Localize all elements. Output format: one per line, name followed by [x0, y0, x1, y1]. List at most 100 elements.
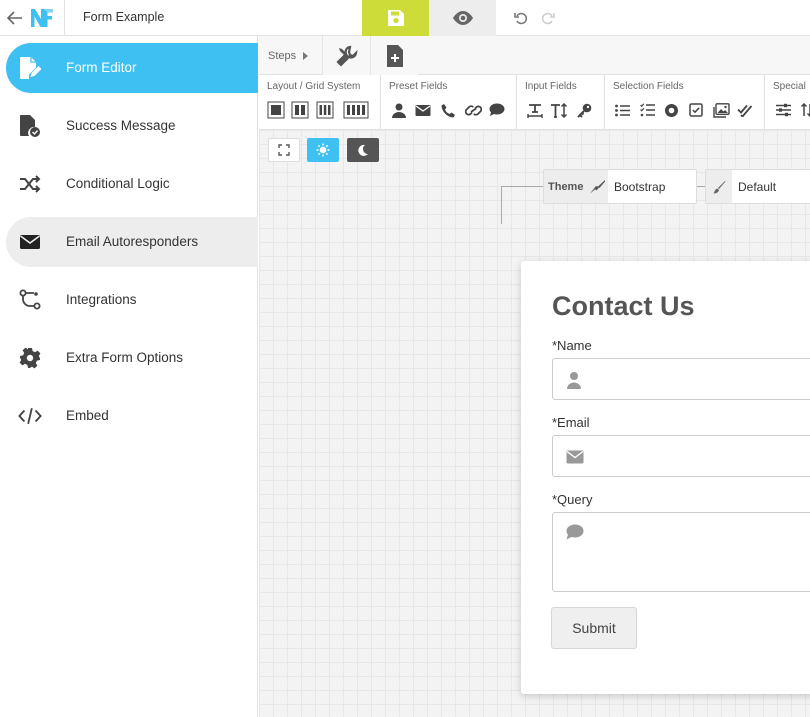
theme-tag-label: Theme: [548, 180, 584, 193]
steps-label: Steps: [268, 50, 297, 62]
sidebar-item-label: Embed: [66, 408, 109, 423]
sidebar-item-label: Email Autoresponders: [66, 234, 199, 249]
theme-style-link: [697, 186, 705, 187]
back-button[interactable]: [4, 7, 26, 29]
top-bar: Form Example: [0, 0, 810, 36]
query-field-label: *Query: [552, 492, 593, 507]
save-icon: [387, 10, 404, 26]
sidebar-item-label: Success Message: [66, 118, 176, 133]
save-button[interactable]: [362, 0, 429, 36]
expand-canvas-button[interactable]: [268, 138, 300, 162]
toolbar-group-layout: Layout / Grid System: [259, 75, 381, 129]
group-title: Selection Fields: [613, 81, 684, 92]
code-icon: [18, 404, 42, 428]
text-field-icon[interactable]: [525, 100, 545, 120]
envelope-icon[interactable]: [413, 100, 433, 120]
key-icon[interactable]: [574, 100, 594, 120]
step-tab-tools[interactable]: [322, 36, 370, 75]
sidebar-item-label: Form Editor: [66, 60, 137, 75]
theme-selector[interactable]: Theme Bootstrap: [543, 169, 697, 204]
style-selector[interactable]: Default: [705, 169, 810, 204]
user-icon[interactable]: [389, 100, 409, 120]
comment-icon[interactable]: [487, 100, 507, 120]
email-field-label: *Email: [552, 415, 590, 430]
preview-button[interactable]: [429, 0, 496, 36]
sidebar-item-embed[interactable]: Embed: [6, 391, 258, 441]
gear-icon: [18, 346, 42, 370]
moon-icon: [358, 144, 368, 156]
style-value: Default: [738, 179, 777, 194]
add-page-icon: [386, 44, 403, 67]
sidebar-item-form-editor[interactable]: Form Editor: [6, 43, 258, 93]
steps-caret-icon[interactable]: [303, 52, 308, 60]
paintbrush-icon: [713, 180, 726, 193]
expand-icon: [278, 144, 290, 156]
email-input[interactable]: [552, 435, 810, 477]
grid-1-icon[interactable]: [266, 100, 286, 120]
image-select-icon[interactable]: [711, 100, 731, 120]
eye-icon: [452, 11, 473, 25]
field-toolbar: Layout / Grid System Preset Fields Input…: [259, 75, 810, 130]
submit-button[interactable]: Submit: [551, 607, 637, 649]
topbar-divider: [64, 0, 65, 36]
theme-connector: [501, 186, 502, 224]
integration-icon: [18, 288, 42, 312]
user-icon: [566, 371, 582, 389]
back-arrow-icon: [7, 11, 22, 25]
sidebar-item-extra-form-options[interactable]: Extra Form Options: [6, 333, 258, 383]
redo-button[interactable]: [539, 9, 557, 27]
toolbar-group-input: Input Fields: [517, 75, 605, 129]
step-tab-add-page[interactable]: [370, 36, 418, 75]
envelope-icon: [566, 450, 584, 464]
phone-icon[interactable]: [438, 100, 458, 120]
radio-icon[interactable]: [661, 100, 681, 120]
group-title: Layout / Grid System: [267, 81, 361, 92]
grid-2-icon[interactable]: [290, 100, 310, 120]
sidebar-item-email-autoresponders[interactable]: Email Autoresponders: [6, 217, 258, 267]
sidebar-item-success-message[interactable]: Success Message: [6, 101, 258, 151]
sort-icon[interactable]: [797, 100, 810, 120]
checkbox-icon[interactable]: [686, 100, 706, 120]
query-textarea[interactable]: [552, 512, 810, 592]
theme-tag: Theme: [544, 170, 608, 203]
tools-icon: [335, 45, 357, 67]
dark-mode-button[interactable]: [347, 138, 379, 162]
sidebar: Form Editor Success Message Conditional …: [0, 36, 258, 717]
shuffle-icon: [18, 172, 42, 196]
file-check-icon: [18, 114, 42, 138]
sidebar-item-integrations[interactable]: Integrations: [6, 275, 258, 325]
undo-button[interactable]: [512, 9, 530, 27]
sidebar-item-label: Extra Form Options: [66, 350, 184, 365]
double-check-icon[interactable]: [735, 100, 755, 120]
toolbar-group-preset: Preset Fields: [381, 75, 517, 129]
list-icon[interactable]: [612, 100, 632, 120]
toolbar-group-selection: Selection Fields: [605, 75, 765, 129]
comment-icon: [566, 524, 584, 540]
sidebar-item-conditional-logic[interactable]: Conditional Logic: [6, 159, 258, 209]
grid-4-icon[interactable]: [343, 100, 369, 120]
envelope-icon: [18, 230, 42, 254]
text-height-icon[interactable]: [549, 100, 569, 120]
sun-icon: [316, 143, 330, 157]
toolbar-group-special: Special: [765, 75, 810, 129]
steps-bar: Steps: [259, 36, 810, 75]
sliders-icon[interactable]: [773, 100, 793, 120]
theme-value: Bootstrap: [614, 179, 666, 194]
link-icon[interactable]: [463, 100, 483, 120]
group-title: Preset Fields: [389, 81, 448, 92]
light-mode-button[interactable]: [307, 138, 339, 162]
name-field-label: *Name: [552, 338, 592, 353]
style-tag: [706, 170, 732, 203]
sidebar-item-label: Conditional Logic: [66, 176, 170, 191]
form-edit-icon: [18, 56, 42, 80]
undo-icon: [514, 12, 528, 25]
brush-icon: [590, 179, 606, 193]
group-title: Input Fields: [525, 81, 577, 92]
grid-3-icon[interactable]: [315, 100, 335, 120]
redo-icon: [541, 12, 555, 25]
form-title: Form Example: [83, 10, 165, 24]
name-input[interactable]: [552, 358, 810, 400]
form-heading[interactable]: Contact Us: [552, 291, 695, 322]
checklist-icon[interactable]: [637, 100, 657, 120]
group-title: Special: [773, 81, 806, 92]
